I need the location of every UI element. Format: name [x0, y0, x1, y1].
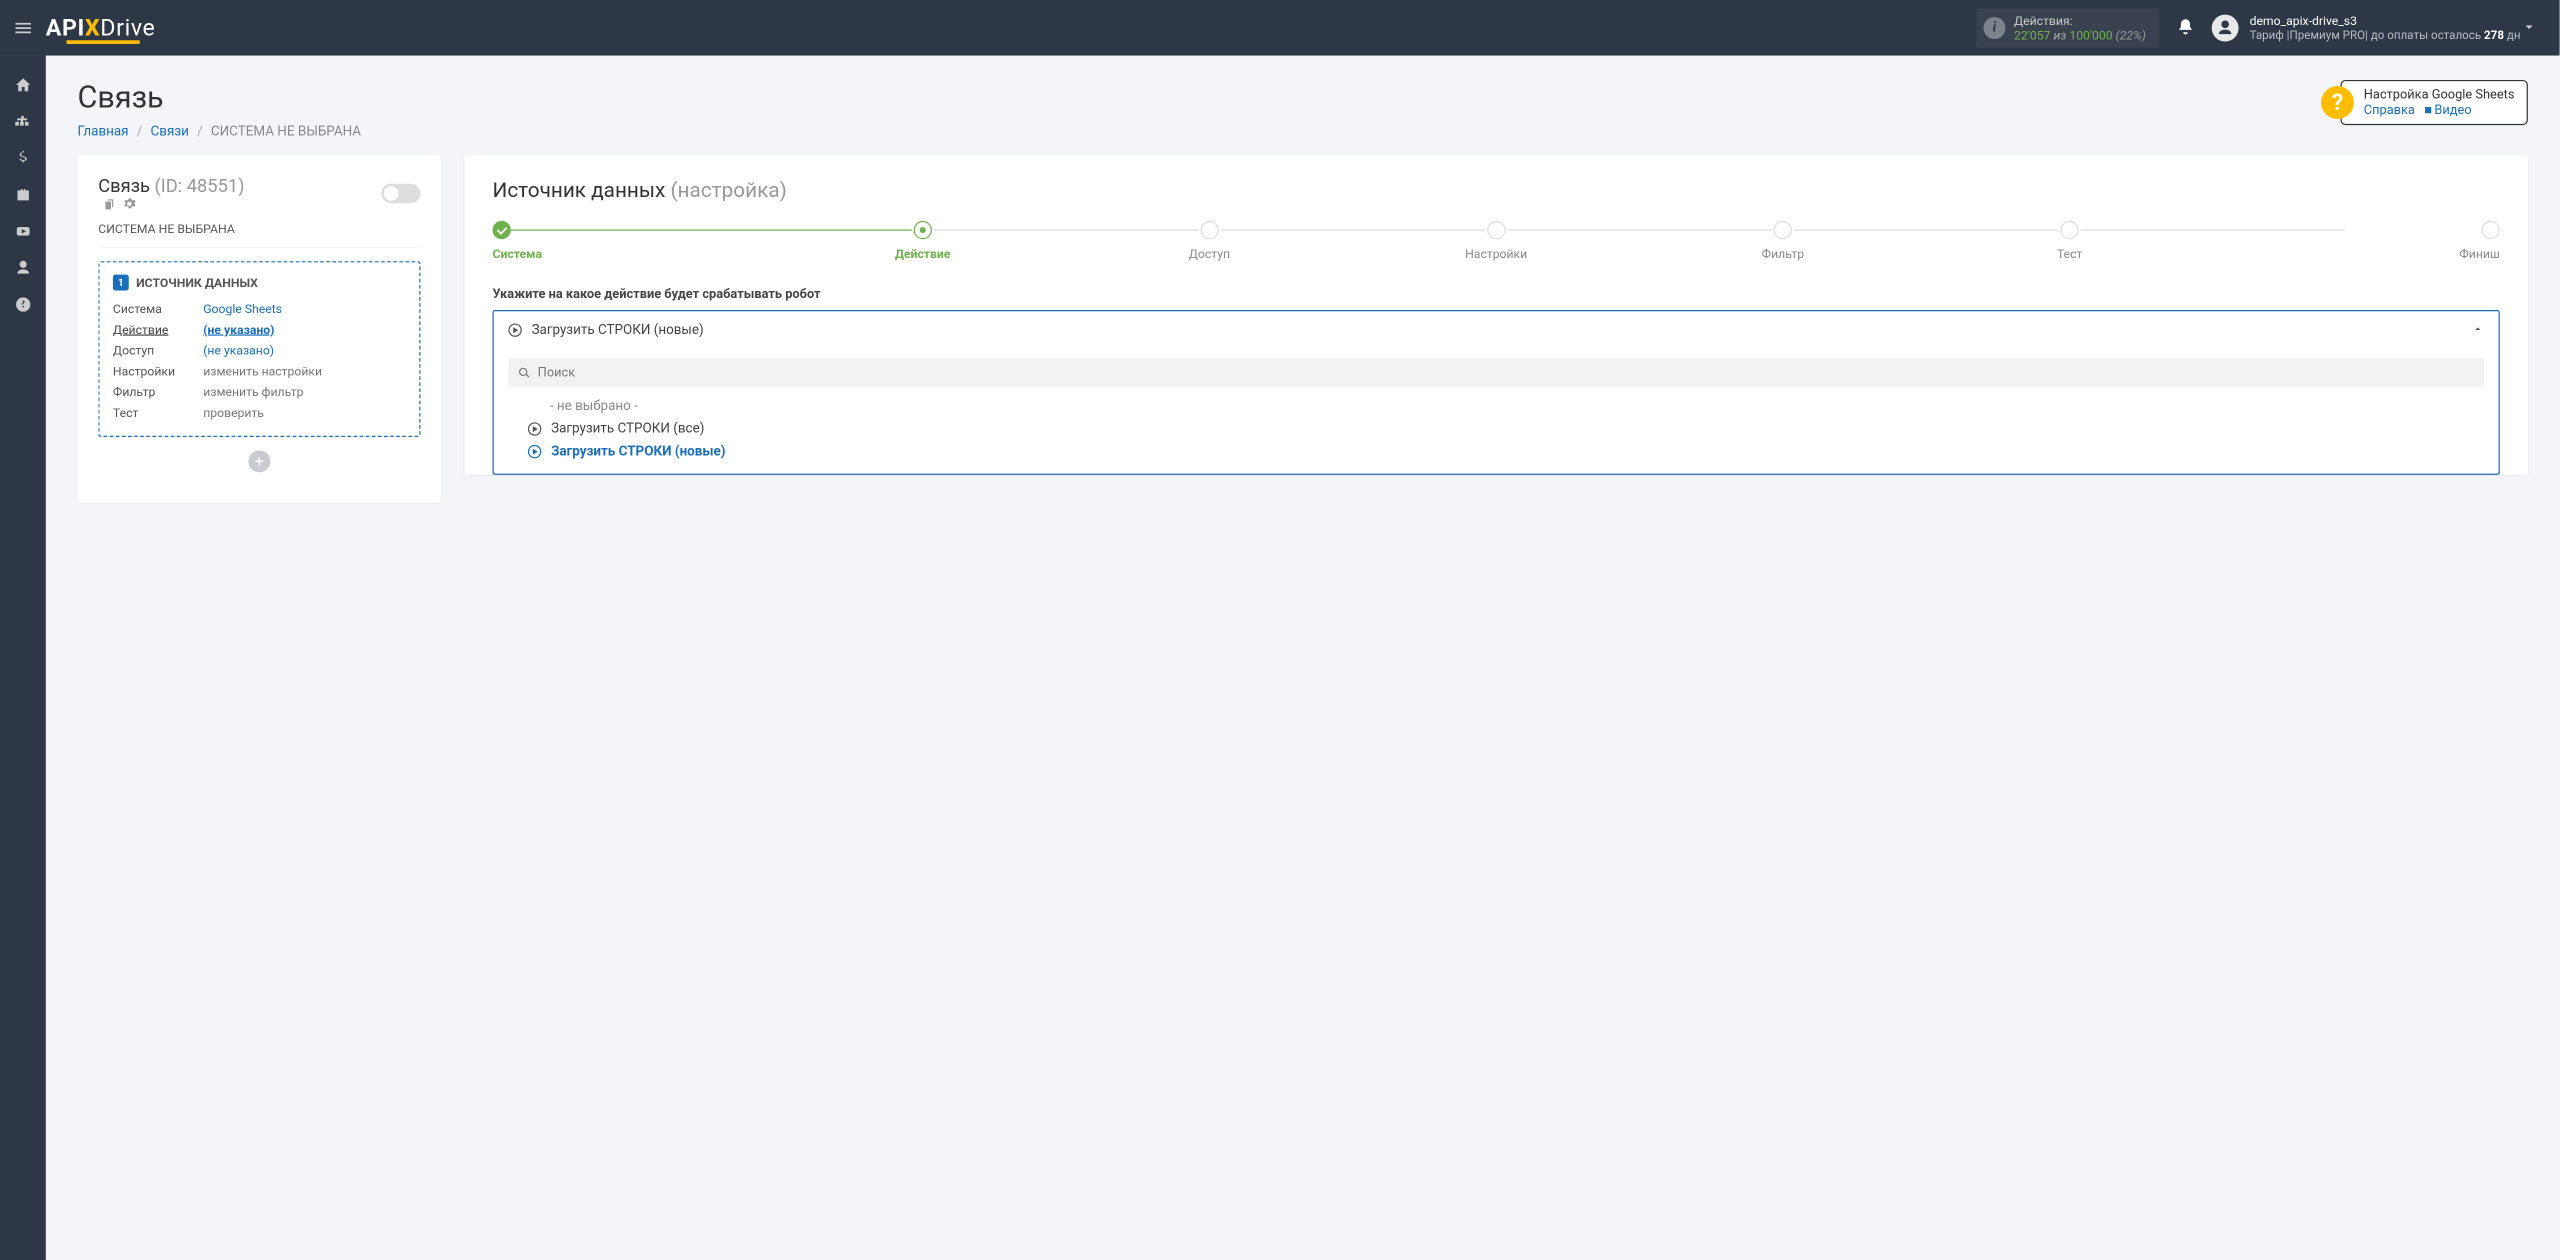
breadcrumb-home[interactable]: Главная	[78, 124, 129, 139]
option-none[interactable]: - не выбрано -	[528, 399, 2484, 414]
main-panel: Источник данных (настройка) Система Дейс…	[464, 155, 2527, 475]
gear-icon[interactable]	[123, 197, 136, 210]
connection-toggle[interactable]	[381, 183, 420, 203]
source-row-test[interactable]: Тест проверить	[113, 405, 406, 420]
stepper: Система Действие Доступ Настройки Фильтр…	[493, 221, 2500, 261]
option-new[interactable]: Загрузить СТРОКИ (новые)	[528, 444, 2484, 459]
logo[interactable]: APIXDrive	[46, 14, 156, 41]
connection-card: Связь (ID: 48551) СИСТЕМА НЕ ВЫБРАНА 1 И…	[78, 155, 442, 503]
info-icon: i	[1983, 17, 2005, 39]
source-row-system[interactable]: Система Google Sheets	[113, 301, 406, 316]
help-title: Настройка Google Sheets	[2364, 87, 2515, 102]
source-header: ИСТОЧНИК ДАННЫХ	[136, 275, 258, 290]
breadcrumb: Главная / Связи / СИСТЕМА НЕ ВЫБРАНА	[78, 124, 2528, 139]
user-menu[interactable]: demo_apix-drive_s3 Тариф |Премиум PRO| д…	[2212, 13, 2521, 42]
question-icon	[14, 296, 31, 313]
bell-icon	[2176, 17, 2194, 35]
dropdown-label: Укажите на какое действие будет срабатыв…	[493, 287, 2500, 302]
sidebar-item-video[interactable]	[0, 213, 46, 250]
main-content: ? Настройка Google Sheets Справка ■Видео…	[46, 56, 2560, 1260]
video-icon: ■	[2424, 103, 2432, 118]
dropdown-toggle[interactable]: Загрузить СТРОКИ (новые)	[494, 311, 2499, 348]
sidebar-item-briefcase[interactable]	[0, 176, 46, 213]
page-title: Связь	[78, 80, 2528, 115]
top-header: APIXDrive i Действия: 22'057 из 100'000 …	[0, 0, 2560, 56]
play-icon	[528, 445, 541, 458]
user-tariff: Тариф |Премиум PRO| до оплаты осталось 2…	[2250, 28, 2521, 42]
sidebar-item-connections[interactable]	[0, 103, 46, 140]
badge-1: 1	[113, 275, 129, 291]
help-popup: ? Настройка Google Sheets Справка ■Видео	[2321, 80, 2528, 125]
search-icon	[518, 367, 530, 379]
chevron-down-icon	[2521, 18, 2538, 35]
search-input[interactable]	[538, 366, 2474, 381]
action-dropdown: Загрузить СТРОКИ (новые) - не выбрано - …	[493, 310, 2500, 475]
actions-of: из	[2053, 28, 2066, 43]
user-icon	[2216, 19, 2234, 37]
source-row-filter[interactable]: Фильтр изменить фильтр	[113, 384, 406, 399]
actions-label: Действия:	[2014, 13, 2146, 28]
play-icon	[528, 422, 541, 435]
step-test[interactable]: Тест	[1926, 221, 2213, 261]
help-link-video[interactable]: Видео	[2434, 103, 2471, 118]
notifications-button[interactable]	[2176, 17, 2194, 38]
source-row-action[interactable]: Действие (не указано)	[113, 322, 406, 337]
youtube-icon	[14, 223, 31, 240]
play-icon	[508, 323, 521, 336]
chevron-up-icon	[2472, 323, 2484, 335]
panel-title: Источник данных (настройка)	[493, 178, 2500, 202]
left-sidebar	[0, 56, 46, 1260]
briefcase-icon	[14, 186, 31, 203]
add-button[interactable]: +	[248, 450, 270, 472]
dropdown-selected-text: Загрузить СТРОКИ (новые)	[532, 322, 2472, 337]
menu-icon	[13, 17, 34, 38]
breadcrumb-connections[interactable]: Связи	[151, 124, 189, 139]
avatar	[2212, 14, 2239, 41]
source-row-access[interactable]: Доступ (не указано)	[113, 343, 406, 358]
sidebar-item-home[interactable]	[0, 67, 46, 104]
user-menu-chevron[interactable]	[2521, 18, 2538, 38]
actions-total: 100'000	[2069, 28, 2112, 43]
actions-count: 22'057	[2014, 28, 2050, 43]
menu-button[interactable]	[0, 0, 46, 56]
step-settings[interactable]: Настройки	[1353, 221, 1640, 261]
user-name: demo_apix-drive_s3	[2250, 13, 2521, 28]
sidebar-item-billing[interactable]	[0, 140, 46, 177]
step-access[interactable]: Доступ	[1066, 221, 1353, 261]
dropdown-search[interactable]	[508, 358, 2484, 387]
sitemap-icon	[14, 113, 31, 130]
source-row-settings[interactable]: Настройки изменить настройки	[113, 364, 406, 379]
source-box: 1 ИСТОЧНИК ДАННЫХ Система Google Sheets …	[98, 261, 420, 437]
home-icon	[14, 76, 31, 93]
dollar-icon	[14, 150, 31, 167]
actions-badge[interactable]: i Действия: 22'057 из 100'000 (22%)	[1976, 8, 2159, 47]
user-icon	[14, 259, 31, 276]
help-link-docs[interactable]: Справка	[2364, 103, 2415, 118]
option-all[interactable]: Загрузить СТРОКИ (все)	[528, 421, 2484, 436]
help-question-icon[interactable]: ?	[2321, 86, 2354, 119]
sidebar-item-profile[interactable]	[0, 250, 46, 287]
step-system[interactable]: Система	[493, 221, 780, 261]
step-finish[interactable]: Финиш	[2213, 221, 2500, 261]
breadcrumb-current: СИСТЕМА НЕ ВЫБРАНА	[211, 124, 361, 139]
step-action[interactable]: Действие	[779, 221, 1066, 261]
step-filter[interactable]: Фильтр	[1640, 221, 1927, 261]
copy-icon[interactable]	[103, 197, 116, 210]
connection-subtitle: СИСТЕМА НЕ ВЫБРАНА	[98, 222, 420, 248]
connection-title: Связь (ID: 48551)	[98, 176, 244, 211]
sidebar-item-help[interactable]	[0, 286, 46, 323]
actions-pct: (22%)	[2116, 28, 2146, 43]
